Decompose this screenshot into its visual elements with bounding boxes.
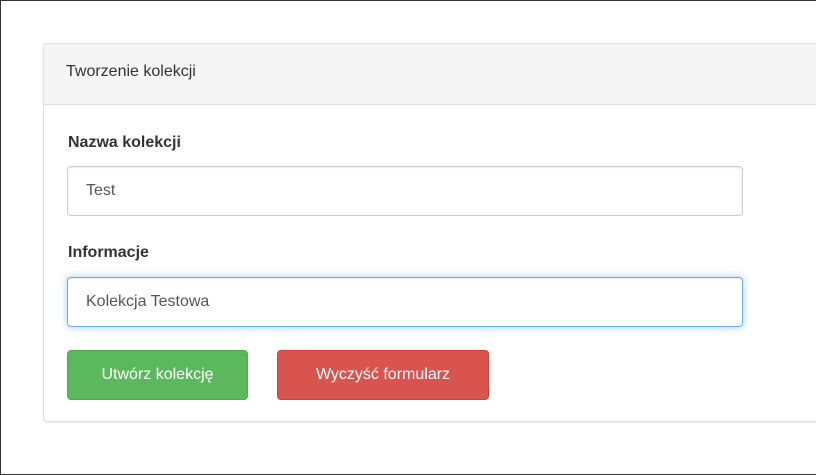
information-label: Informacje: [68, 244, 149, 261]
panel-title: Tworzenie kolekcji: [66, 63, 196, 80]
clear-form-button[interactable]: Wyczyść formularz: [277, 350, 489, 400]
create-collection-button[interactable]: Utwórz kolekcję: [67, 350, 248, 400]
create-collection-panel: Tworzenie kolekcji Nazwa kolekcji Inform…: [43, 43, 816, 422]
collection-name-label: Nazwa kolekcji: [68, 134, 181, 151]
information-input[interactable]: [67, 277, 743, 327]
collection-name-input[interactable]: [67, 166, 743, 216]
panel-heading: Tworzenie kolekcji: [44, 44, 816, 105]
